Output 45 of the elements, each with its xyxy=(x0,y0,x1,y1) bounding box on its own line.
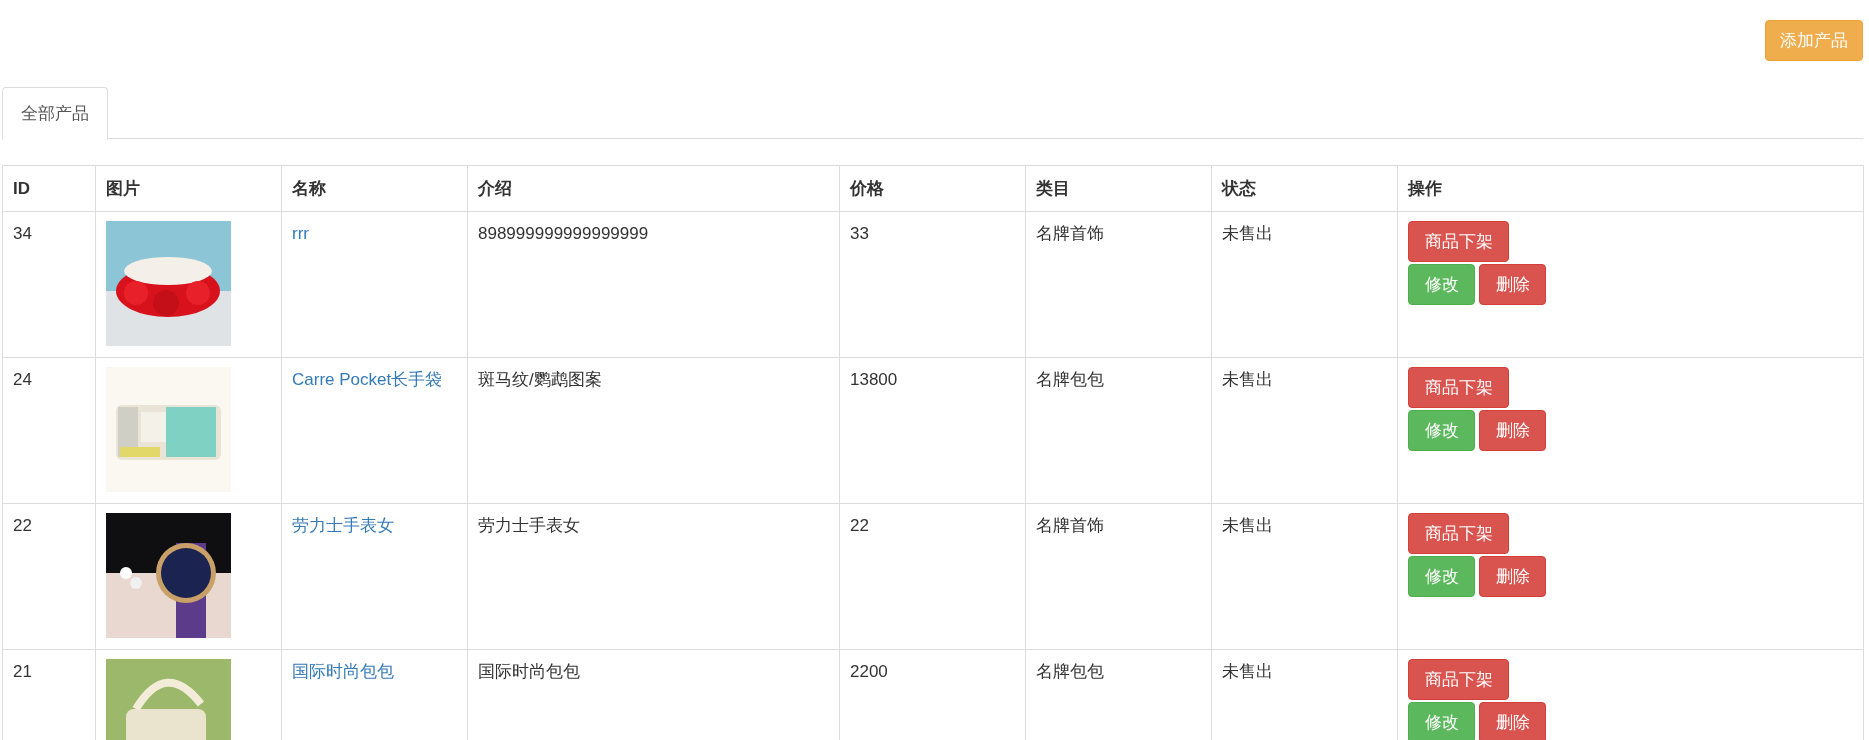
column-header: ID xyxy=(13,178,30,198)
column-header: 状态 xyxy=(1222,178,1256,198)
price-text: 22 xyxy=(850,516,869,535)
take-down-button[interactable]: 商品下架 xyxy=(1408,513,1509,554)
delete-button[interactable]: 删除 xyxy=(1479,556,1546,597)
edit-button[interactable]: 修改 xyxy=(1408,556,1475,597)
id-text: 22 xyxy=(13,516,32,535)
take-down-button[interactable]: 商品下架 xyxy=(1408,221,1509,262)
edit-button[interactable]: 修改 xyxy=(1408,410,1475,451)
product-name-link[interactable]: Carre Pocket长手袋 xyxy=(292,370,443,389)
delete-button[interactable]: 删除 xyxy=(1479,702,1546,740)
status-text: 未售出 xyxy=(1222,516,1273,535)
column-header: 价格 xyxy=(850,178,884,198)
status-text: 未售出 xyxy=(1222,224,1273,243)
category-text: 名牌首饰 xyxy=(1036,516,1104,535)
category-text: 名牌包包 xyxy=(1036,370,1104,389)
id-text: 24 xyxy=(13,370,32,389)
take-down-button[interactable]: 商品下架 xyxy=(1408,659,1509,700)
price-text: 33 xyxy=(850,224,869,243)
id-text: 34 xyxy=(13,224,32,243)
product-name-link[interactable]: 劳力士手表女 xyxy=(292,516,394,535)
id-text: 21 xyxy=(13,662,32,681)
delete-button[interactable]: 删除 xyxy=(1479,410,1546,451)
status-text: 未售出 xyxy=(1222,662,1273,681)
product-name-link[interactable]: rrr xyxy=(292,224,309,243)
column-header: 类目 xyxy=(1036,178,1070,198)
column-header: 操作 xyxy=(1408,178,1442,198)
delete-button[interactable]: 删除 xyxy=(1479,264,1546,305)
tab[interactable]: 全部产品 xyxy=(2,87,108,140)
description-text: 898999999999999999 xyxy=(478,224,649,243)
column-header: 名称 xyxy=(292,178,326,198)
take-down-button[interactable]: 商品下架 xyxy=(1408,367,1509,408)
category-text: 名牌首饰 xyxy=(1036,224,1104,243)
column-header: 介绍 xyxy=(478,178,512,198)
edit-button[interactable]: 修改 xyxy=(1408,264,1475,305)
description-text: 国际时尚包包 xyxy=(478,662,580,681)
edit-button[interactable]: 修改 xyxy=(1408,702,1475,740)
category-text: 名牌包包 xyxy=(1036,662,1104,681)
description-text: 劳力士手表女 xyxy=(478,516,580,535)
product-name-link[interactable]: 国际时尚包包 xyxy=(292,662,394,681)
status-text: 未售出 xyxy=(1222,370,1273,389)
price-text: 13800 xyxy=(850,370,898,389)
description-text: 斑马纹/鹦鹉图案 xyxy=(478,370,602,389)
price-text: 2200 xyxy=(850,662,888,681)
column-header: 图片 xyxy=(106,178,140,198)
